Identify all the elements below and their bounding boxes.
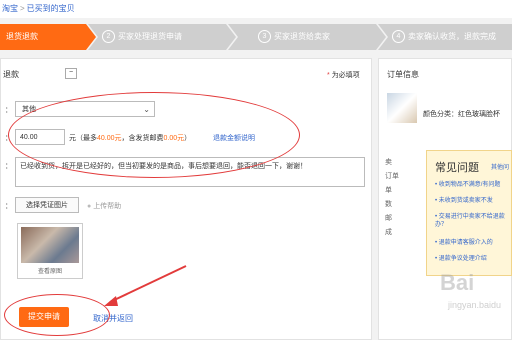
annotation-ellipse-form <box>8 92 300 178</box>
faq-more-link[interactable]: 其他问 <box>491 162 509 171</box>
order-info-title: 订单信息 <box>387 70 419 79</box>
step-2: 2 买家处理退货申请 <box>88 24 236 50</box>
baidu-watermark-logo: Bai <box>440 270 475 295</box>
faq-title: 常见问题 <box>435 162 479 174</box>
faq-item[interactable]: • 未收到货或卖家不发 <box>435 197 512 205</box>
faq-item[interactable]: • 交易进行中卖家不给退款办？ <box>435 213 512 229</box>
step-3: 3 买家退货给卖家 <box>228 24 386 50</box>
reason-label: ： <box>5 107 12 114</box>
upload-label: ： <box>5 203 12 210</box>
order-row-number: 订单 <box>385 173 399 180</box>
step-3-number: 3 <box>258 30 271 44</box>
annotation-ellipse-submit <box>4 294 110 336</box>
upload-help-link[interactable]: ● 上传帮助 <box>87 201 121 211</box>
order-row-shipping: 邮 <box>385 215 392 222</box>
select-image-button[interactable]: 选择凭证图片 <box>15 197 79 213</box>
product-spec: 颜色分类：红色玻璃脸杯 <box>423 111 500 118</box>
step-2-number: 2 <box>102 30 115 44</box>
breadcrumb-home-link[interactable]: 淘宝 <box>2 4 18 13</box>
refund-steps: 退货退款 2 买家处理退货申请 3 买家退货给卖家 4 卖家确认收货，退款完成 <box>0 24 512 50</box>
description-label: ： <box>5 163 12 170</box>
step-4: 4 卖家确认收货，退款完成 <box>378 24 512 50</box>
form-section-title: 退款 <box>3 70 19 79</box>
collapse-icon[interactable]: − <box>65 68 77 79</box>
uploaded-image-thumbnail[interactable]: 查看原图 <box>17 223 83 279</box>
step-3-label: 买家退货给卖家 <box>274 32 330 41</box>
baidu-watermark-url: jingyan.baidu <box>448 300 502 310</box>
order-row-seller: 卖 <box>385 159 392 166</box>
breadcrumb: 淘宝 > 已买到的宝贝 <box>0 0 512 18</box>
help-icon: ● <box>87 203 92 210</box>
required-note: * 为必填项 <box>327 72 360 79</box>
faq-box: 常见问题 其他问 • 收到物品不满意/有问题 • 未收到货或卖家不发 • 交易进… <box>426 150 512 276</box>
breadcrumb-bought-link[interactable]: 已买到的宝贝 <box>27 4 75 13</box>
order-row-price: 单 <box>385 187 392 194</box>
annotation-arrow <box>104 265 187 306</box>
faq-item[interactable]: • 退款申请客服介入的 <box>435 239 512 247</box>
faq-item[interactable]: • 收到物品不满意/有问题 <box>435 181 512 189</box>
order-row-quantity: 数 <box>385 201 392 208</box>
faq-item[interactable]: • 退款争议处理介绍 <box>435 255 512 263</box>
step-1-label: 退货退款 <box>6 32 38 41</box>
product-thumbnail[interactable] <box>387 93 417 123</box>
product-photo <box>21 227 79 263</box>
thumbnail-caption[interactable]: 查看原图 <box>18 266 82 275</box>
step-2-label: 买家处理退货申请 <box>118 32 182 41</box>
step-1: 退货退款 <box>0 24 96 50</box>
step-4-label: 卖家确认收货，退款完成 <box>408 32 496 41</box>
step-4-number: 4 <box>392 30 405 44</box>
order-row-deal: 成 <box>385 229 392 236</box>
breadcrumb-separator: > <box>20 4 25 13</box>
